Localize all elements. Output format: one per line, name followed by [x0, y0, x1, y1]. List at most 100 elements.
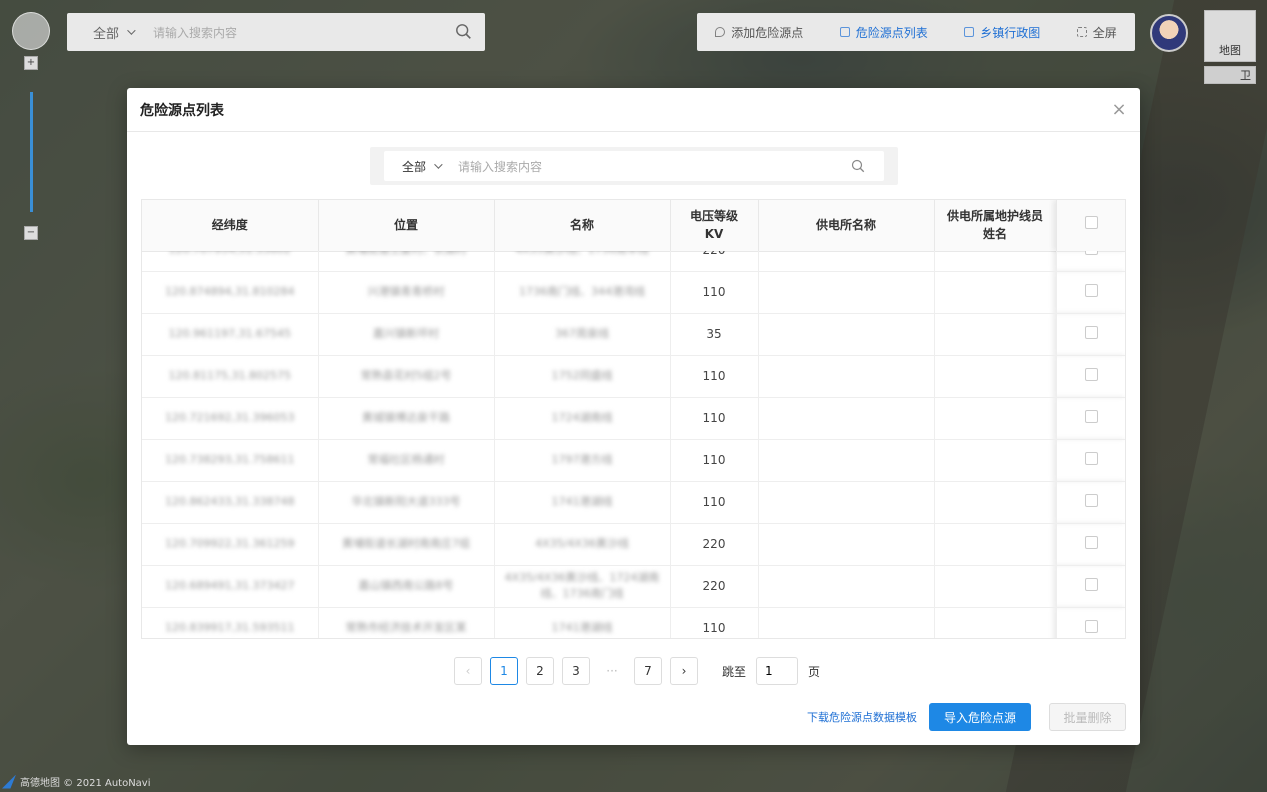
- row-checkbox[interactable]: [1085, 536, 1098, 549]
- page-button-1[interactable]: 1: [490, 657, 518, 685]
- next-page-button[interactable]: ›: [670, 657, 698, 685]
- name-cell: 1724湖南线: [494, 397, 671, 440]
- table-row[interactable]: 120.689491,31.373427 嘉山镇西南公路8号 4X35/4X36黄沙…: [142, 565, 1125, 608]
- map-search-scope-label: 全部: [93, 26, 120, 42]
- coord-cell: 120.961197,31.67545: [142, 313, 319, 356]
- import-hazard-button[interactable]: 导入危险点源: [929, 703, 1031, 731]
- search-icon[interactable]: [851, 159, 866, 174]
- coord-cell: 120.707954,31.33602: [142, 251, 319, 272]
- fullscreen-label: 全屏: [1092, 25, 1117, 40]
- page-button-2[interactable]: 2: [526, 657, 554, 685]
- map-search-scope[interactable]: 全部: [93, 23, 136, 42]
- location-cell: 常熟市经济技术开发区某: [318, 607, 495, 638]
- map-toolbar: 添加危险源点 危险源点列表 乡镇行政图 全屏: [697, 13, 1135, 51]
- user-avatar[interactable]: [1150, 14, 1188, 52]
- coord-cell: 120.874894,31.810284: [142, 271, 319, 314]
- station-cell: [758, 607, 935, 638]
- township-map-button[interactable]: 乡镇行政图: [964, 24, 1040, 41]
- coord-cell: 120.81175,31.802575: [142, 355, 319, 398]
- row-checkbox-cell: [1056, 313, 1125, 356]
- station-cell: [758, 313, 935, 356]
- select-all-checkbox[interactable]: [1056, 200, 1125, 252]
- row-checkbox[interactable]: [1085, 620, 1098, 633]
- guard-cell: [934, 271, 1057, 314]
- row-checkbox[interactable]: [1085, 284, 1098, 297]
- modal-title: 危险源点列表: [140, 102, 224, 119]
- coord-cell: 120.689491,31.373427: [142, 565, 319, 608]
- column-header-location: 位置: [318, 200, 495, 252]
- name-cell: 1797港方线: [494, 439, 671, 482]
- row-checkbox[interactable]: [1085, 326, 1098, 339]
- table-row[interactable]: 120.721692,31.396053 黄城镇博达泉干路 1724湖南线 110: [142, 397, 1125, 440]
- hazard-list-button[interactable]: 危险源点列表: [839, 24, 928, 41]
- coord-cell: 120.709922,31.361259: [142, 523, 319, 566]
- chevron-down-icon: [127, 26, 136, 35]
- table-row[interactable]: 120.862433,31.338748 华北镇新阳大道333号 1741港湖线 11…: [142, 481, 1125, 524]
- table-row[interactable]: 120.707954,31.33602黄埔街道工厦村、长湖村4X35黄沙线、17…: [142, 251, 1125, 272]
- zoom-out-button[interactable]: −: [24, 226, 38, 240]
- table-row[interactable]: 120.839917,31.593511 常熟市经济技术开发区某 1741港湖线 11…: [142, 607, 1125, 638]
- search-scope-select[interactable]: 全部: [402, 158, 443, 175]
- row-checkbox-cell: [1056, 607, 1125, 638]
- row-checkbox[interactable]: [1085, 452, 1098, 465]
- map-attribution-text: 高德地图 © 2021 AutoNavi: [20, 778, 151, 789]
- map-type-switch[interactable]: 地图: [1204, 10, 1256, 62]
- add-hazard-button[interactable]: 添加危险源点: [715, 24, 803, 41]
- row-checkbox-cell: [1056, 439, 1125, 482]
- search-icon[interactable]: [455, 23, 473, 41]
- page-button-3[interactable]: 3: [562, 657, 590, 685]
- search-scope-label: 全部: [402, 159, 427, 174]
- guard-cell: [934, 439, 1057, 482]
- coord-cell: 120.721692,31.396053: [142, 397, 319, 440]
- zoom-slider[interactable]: [30, 92, 33, 212]
- voltage-cell: 110: [670, 439, 759, 482]
- row-checkbox-cell: [1056, 355, 1125, 398]
- name-cell: 4X35/4X36黄沙线: [494, 523, 671, 566]
- row-checkbox[interactable]: [1085, 578, 1098, 591]
- voltage-cell: 110: [670, 271, 759, 314]
- table-body[interactable]: 120.707954,31.33602黄埔街道工厦村、长湖村4X35黄沙线、17…: [142, 251, 1125, 638]
- page-ellipsis[interactable]: ···: [598, 657, 626, 685]
- satellite-type-switch[interactable]: 卫: [1204, 66, 1256, 84]
- zoom-control[interactable]: + −: [24, 56, 38, 240]
- voltage-cell: 220: [670, 565, 759, 608]
- location-cell: 常福社区杨通村: [318, 439, 495, 482]
- row-checkbox[interactable]: [1085, 410, 1098, 423]
- location-cell: 华北镇新阳大道333号: [318, 481, 495, 524]
- zoom-in-button[interactable]: +: [24, 56, 38, 70]
- table-row[interactable]: 120.874894,31.810284 兴港镇青青桥村 1736南门线、344港湾…: [142, 271, 1125, 314]
- table-row[interactable]: 120.81175,31.802575 常熟县花村5组2号 1752同盛线 110: [142, 355, 1125, 398]
- page-button-last[interactable]: 7: [634, 657, 662, 685]
- search-input[interactable]: 请输入搜索内容: [458, 158, 851, 175]
- table-row[interactable]: 120.738293,31.758611 常福社区杨通村 1797港方线 110: [142, 439, 1125, 482]
- column-header-name: 名称: [494, 200, 671, 252]
- batch-delete-button[interactable]: 批量删除: [1049, 703, 1126, 731]
- download-template-link[interactable]: 下载危险源点数据模板: [807, 709, 917, 725]
- column-header-station: 供电所名称: [758, 200, 935, 252]
- row-checkbox[interactable]: [1085, 368, 1098, 381]
- row-checkbox[interactable]: [1085, 494, 1098, 507]
- row-checkbox[interactable]: [1085, 251, 1098, 255]
- checkbox[interactable]: [1085, 216, 1098, 230]
- page-jumper: 跳至 页: [722, 657, 820, 685]
- column-header-guard: 供电所属地护线员姓名: [934, 200, 1057, 252]
- name-cell: 4X35黄沙线、1736南丰线: [494, 251, 671, 272]
- fullscreen-icon: [1076, 27, 1087, 37]
- location-cell: 常熟县花村5组2号: [318, 355, 495, 398]
- page-jump-input[interactable]: [756, 657, 799, 685]
- name-cell: 1752同盛线: [494, 355, 671, 398]
- column-header-coord: 经纬度: [142, 200, 319, 252]
- guard-cell: [934, 397, 1057, 440]
- table-row[interactable]: 120.709922,31.361259 黄埔街道长湖村南南庄7组 4X35/4X3…: [142, 523, 1125, 566]
- fullscreen-button[interactable]: 全屏: [1076, 24, 1117, 41]
- location-pin-icon: [715, 27, 726, 37]
- table-row[interactable]: 120.961197,31.67545 嘉兴镇新坪村 367周泉线 35: [142, 313, 1125, 356]
- row-checkbox-cell: [1056, 523, 1125, 566]
- station-cell: [758, 397, 935, 440]
- close-icon[interactable]: ×: [1111, 99, 1127, 120]
- name-cell: 1741港湖线: [494, 607, 671, 638]
- prev-page-button[interactable]: ‹: [454, 657, 482, 685]
- map-search-input[interactable]: 请输入搜索内容: [153, 24, 455, 41]
- compass-control[interactable]: [12, 12, 50, 50]
- location-cell: 嘉兴镇新坪村: [318, 313, 495, 356]
